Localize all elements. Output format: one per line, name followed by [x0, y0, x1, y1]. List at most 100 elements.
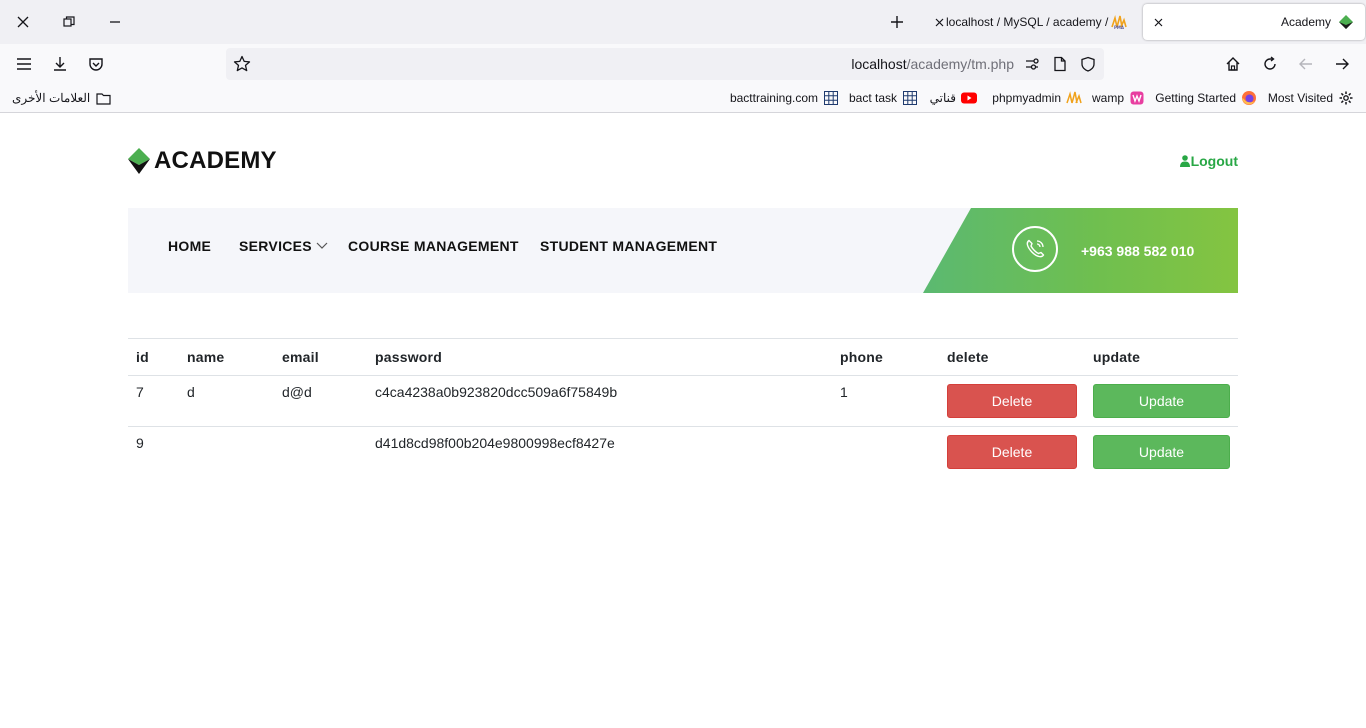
- close-icon: [935, 18, 943, 26]
- svg-text:PMA: PMA: [1114, 25, 1125, 29]
- tab-close-button[interactable]: [1151, 15, 1165, 29]
- home-button[interactable]: [1219, 50, 1247, 78]
- bookmark-phpmyadmin[interactable]: phpmyadmin: [992, 90, 1082, 106]
- forward-button[interactable]: [1328, 50, 1356, 78]
- reload-icon: [1264, 56, 1276, 70]
- bookmark-most-visited[interactable]: Most Visited: [1268, 90, 1354, 106]
- close-icon: [1154, 18, 1162, 26]
- address-bar[interactable]: localhost/academy/tm.php: [226, 48, 1104, 80]
- tab-title: Academy: [1280, 15, 1331, 29]
- window-close-button[interactable]: [8, 8, 38, 36]
- page-content: ACADEMY Logout HOME SERVICES COURSE MANA…: [0, 113, 1366, 728]
- cell-phone: 1: [832, 375, 939, 427]
- phone-banner: +963 988 582 010: [923, 208, 1238, 293]
- menu-label: HOME: [168, 238, 212, 254]
- cell-name: d: [179, 375, 274, 427]
- bookmark-other-bookmarks[interactable]: العلامات الأخرى: [12, 90, 111, 106]
- table-row: 7 d d@d c4ca4238a0b923820dcc509a6f75849b…: [128, 375, 1238, 427]
- site-logo[interactable]: ACADEMY: [128, 147, 277, 175]
- cell-delete: Delete: [939, 375, 1085, 427]
- folder-icon: [95, 90, 111, 106]
- cell-update: Update: [1085, 427, 1238, 478]
- table-row: 9 d41d8cd98f00b204e9800998ecf8427e Delet…: [128, 427, 1238, 478]
- cell-update: Update: [1085, 375, 1238, 427]
- download-icon: [54, 57, 66, 71]
- wamp-icon: [1129, 90, 1145, 106]
- shield-icon[interactable]: [1079, 55, 1097, 73]
- menu-label: SERVICES: [239, 238, 312, 254]
- bookmark-youtube[interactable]: قناتي: [930, 90, 977, 106]
- close-icon: [17, 16, 29, 28]
- url-text: localhost/academy/tm.php: [851, 56, 1014, 72]
- window-minimize-button[interactable]: [100, 8, 130, 36]
- restore-icon: [63, 16, 75, 27]
- page-icon[interactable]: [1051, 55, 1069, 73]
- column-header-update: update: [1085, 338, 1238, 376]
- bookmarks-toolbar: Most Visited Getting Started wamp phpmya…: [0, 84, 1366, 113]
- column-header-email: email: [274, 338, 367, 376]
- tab-title: localhost / MySQL / academy /: [946, 15, 1109, 29]
- menu-item-student-management[interactable]: STUDENT MANAGEMENT: [540, 238, 717, 254]
- grid-icon: [823, 90, 839, 106]
- column-header-id: id: [128, 338, 179, 376]
- pocket-button[interactable]: [82, 50, 110, 78]
- pma-icon: [1066, 90, 1082, 106]
- menu-item-home[interactable]: HOME: [168, 238, 211, 254]
- delete-button[interactable]: Delete: [947, 384, 1077, 418]
- bookmark-wamp[interactable]: wamp: [1092, 90, 1145, 106]
- downloads-button[interactable]: [46, 50, 74, 78]
- cell-email: [274, 427, 367, 478]
- cell-delete: Delete: [939, 427, 1085, 478]
- permissions-icon[interactable]: [1023, 55, 1041, 73]
- menu-item-services[interactable]: SERVICES: [239, 238, 328, 254]
- url-path: /academy/tm.php: [906, 56, 1014, 72]
- cell-name: [179, 427, 274, 478]
- hamburger-icon: [17, 58, 31, 70]
- arrow-left-icon: [1299, 58, 1312, 70]
- bookmark-bacttraining[interactable]: bacttraining.com: [730, 90, 839, 106]
- table-header-row: id name email password phone delete upda…: [128, 338, 1238, 376]
- url-host: localhost: [851, 56, 907, 72]
- delete-button[interactable]: Delete: [947, 435, 1077, 469]
- users-table: id name email password phone delete upda…: [128, 338, 1238, 478]
- logout-link[interactable]: Logout: [1179, 153, 1238, 169]
- column-header-name: name: [179, 338, 274, 376]
- bookmark-label: Most Visited: [1267, 91, 1333, 105]
- column-header-phone: phone: [832, 338, 939, 376]
- chevron-down-icon: [316, 242, 328, 249]
- tab-bar: localhost / MySQL / academy / PMA Academ…: [0, 0, 1366, 44]
- window-restore-button[interactable]: [54, 8, 84, 36]
- tab-close-button[interactable]: [932, 15, 946, 29]
- update-button[interactable]: Update: [1093, 384, 1230, 418]
- update-button[interactable]: Update: [1093, 435, 1230, 469]
- minimize-icon: [110, 21, 120, 23]
- plus-icon: [891, 16, 903, 28]
- firefox-icon: [1241, 90, 1257, 106]
- logo-diamond-icon: [128, 148, 150, 174]
- bookmark-label: العلامات الأخرى: [12, 91, 91, 105]
- reload-button[interactable]: [1256, 50, 1284, 78]
- tab-academy[interactable]: Academy: [1143, 4, 1365, 40]
- cell-password: d41d8cd98f00b204e9800998ecf8427e: [375, 435, 615, 451]
- bookmark-bact-task[interactable]: bact task: [849, 90, 918, 106]
- bookmark-star-icon[interactable]: [233, 55, 251, 73]
- menu-item-course-management[interactable]: COURSE MANAGEMENT: [348, 238, 519, 254]
- pocket-icon: [89, 58, 103, 71]
- bookmark-getting-started[interactable]: Getting Started: [1155, 90, 1257, 106]
- gear-icon: [1338, 90, 1354, 106]
- back-button[interactable]: [1292, 50, 1320, 78]
- youtube-icon: [961, 90, 977, 106]
- tab-phpmyadmin[interactable]: localhost / MySQL / academy / PMA: [924, 4, 1138, 40]
- cell-phone: [832, 427, 939, 478]
- phone-number: +963 988 582 010: [1081, 243, 1195, 259]
- bookmark-label: Getting Started: [1155, 91, 1236, 105]
- column-header-password: password: [367, 338, 832, 376]
- new-tab-button[interactable]: [882, 8, 912, 36]
- app-menu-button[interactable]: [10, 50, 38, 78]
- academy-favicon-icon: [1337, 14, 1355, 30]
- logout-label: Logout: [1190, 153, 1238, 169]
- home-icon: [1226, 57, 1240, 71]
- grid-icon: [902, 90, 918, 106]
- bookmark-label: قناتي: [929, 91, 956, 105]
- bookmark-label: wamp: [1091, 91, 1124, 105]
